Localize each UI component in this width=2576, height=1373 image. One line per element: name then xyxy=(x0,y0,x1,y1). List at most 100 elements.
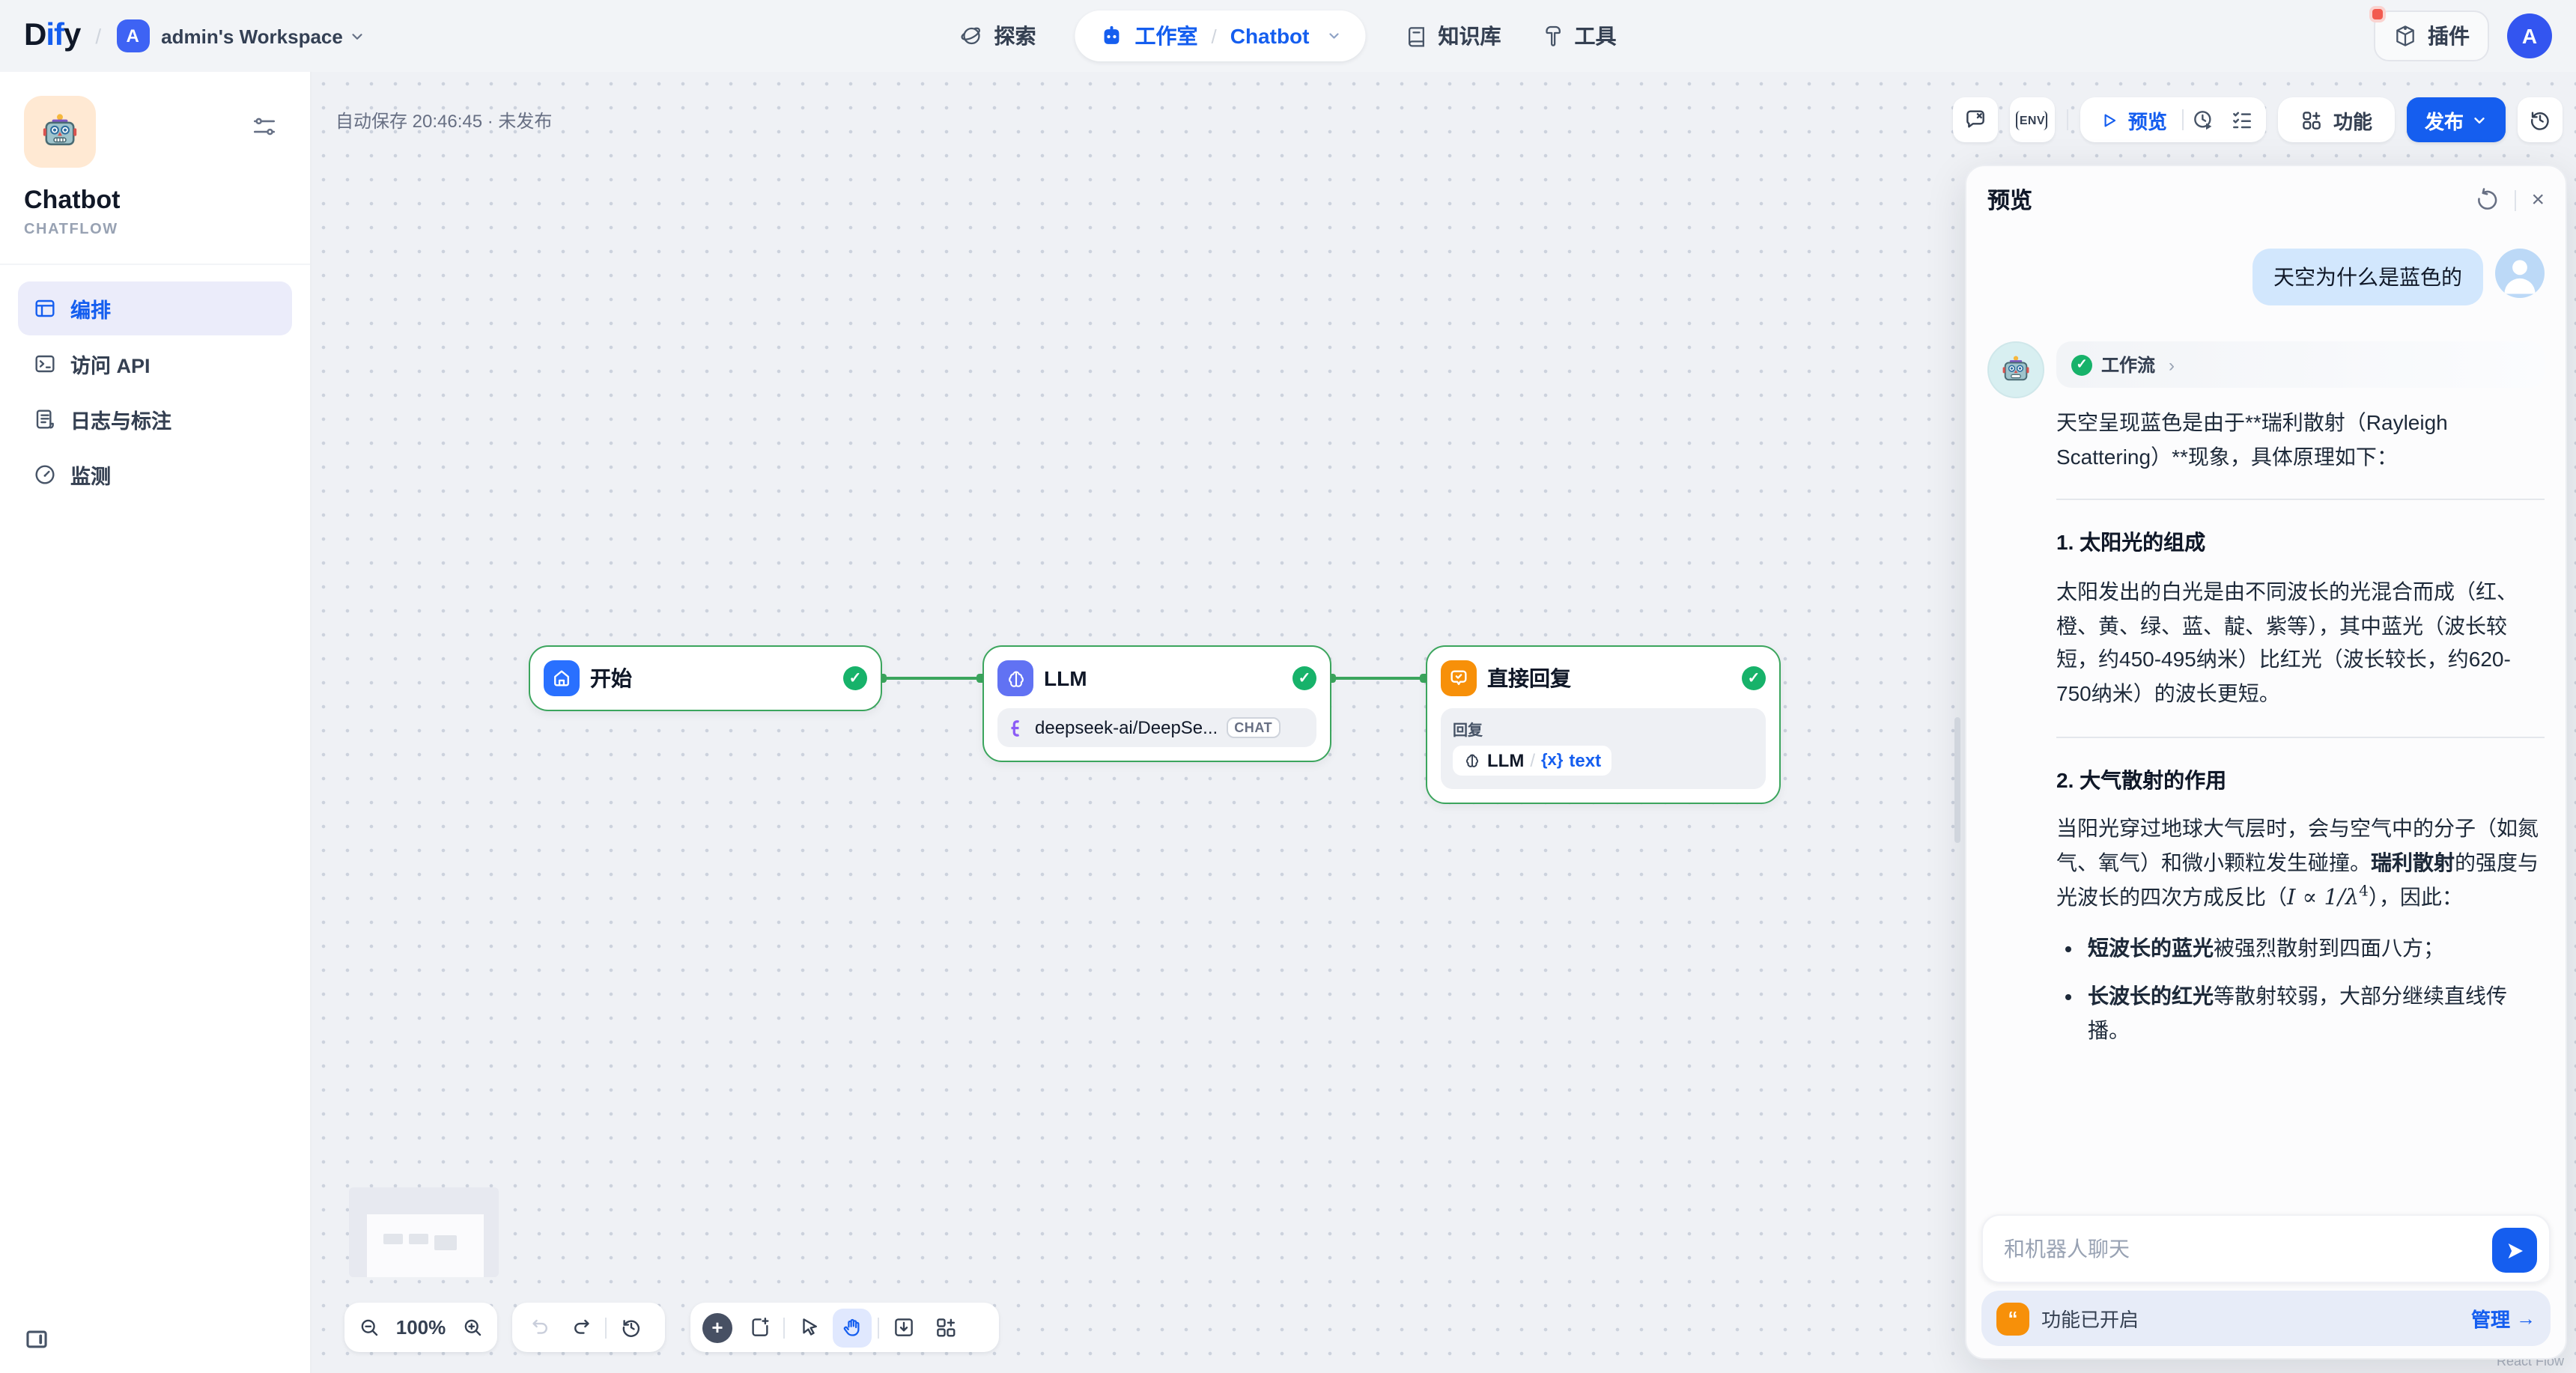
model-type-badge: CHAT xyxy=(1227,717,1280,738)
robot-emoji-icon xyxy=(39,111,81,153)
nav-studio-breadcrumb[interactable]: 工作室 / Chatbot xyxy=(1075,10,1364,61)
zoom-controls: 100% xyxy=(344,1303,497,1352)
answer-paragraph: 天空呈现蓝色是由于**瑞利散射（Rayleigh Scattering）**现象… xyxy=(2056,410,2448,468)
logo-letter: if xyxy=(46,18,64,54)
publish-button[interactable]: 发布 xyxy=(2407,97,2506,142)
path-slash: / xyxy=(1530,750,1535,771)
user-message-row: 天空为什么是蓝色的 xyxy=(1987,249,2545,305)
node-start[interactable]: 开始 ✓ xyxy=(529,645,882,711)
env-icon: ENV xyxy=(2017,110,2048,130)
node-llm[interactable]: LLM ✓ deepseek-ai/DeepSe... CHAT xyxy=(982,645,1331,762)
package-icon xyxy=(2393,24,2417,48)
arrow-right-icon: → xyxy=(2516,1307,2536,1330)
divider xyxy=(2056,736,2545,737)
screen: Dify / A admin's Workspace 探索 工作室 / Chat… xyxy=(0,0,2576,1373)
app-icon[interactable] xyxy=(24,96,96,168)
chevron-down-icon[interactable] xyxy=(1326,28,1341,43)
run-history-button[interactable] xyxy=(2184,100,2223,139)
sidebar-item-label: 监测 xyxy=(70,460,111,490)
panel-resize-handle[interactable] xyxy=(1954,717,1960,843)
answer-heading: 2. 大气散射的作用 xyxy=(2056,763,2545,797)
chevron-down-icon[interactable] xyxy=(349,28,365,44)
checklist-button[interactable] xyxy=(2223,100,2261,139)
close-icon[interactable]: × xyxy=(2531,187,2545,213)
variable-reference[interactable]: LLM / {x} text xyxy=(1453,746,1611,776)
sidebar-menu: 编排 访问 API 日志与标注 监测 xyxy=(18,281,292,502)
features-button[interactable]: 功能 xyxy=(2282,97,2390,142)
collapse-panel-icon[interactable] xyxy=(24,1327,49,1352)
nav-knowledge[interactable]: 知识库 xyxy=(1404,21,1501,51)
send-button[interactable] xyxy=(2492,1228,2537,1273)
chat-input-box[interactable] xyxy=(1981,1214,2551,1283)
minimap-node xyxy=(434,1235,457,1250)
divider xyxy=(2056,499,2545,501)
restart-icon[interactable] xyxy=(2474,187,2500,213)
manage-label: 管理 xyxy=(2471,1304,2510,1333)
robot-emoji-icon xyxy=(1999,353,2032,386)
manage-features-link[interactable]: 管理 → xyxy=(2471,1304,2536,1333)
terminal-icon xyxy=(33,352,57,376)
divider xyxy=(2067,109,2068,130)
redo-icon[interactable] xyxy=(563,1309,599,1345)
features-pill: 功能 xyxy=(2278,97,2395,142)
bot-message-row: ✓ 工作流 › 天空呈现蓝色是由于**瑞利散射（Rayleigh Scatter… xyxy=(1987,341,2545,1060)
pointer-icon[interactable] xyxy=(791,1309,827,1345)
breadcrumb-slash: / xyxy=(95,24,101,48)
person-icon xyxy=(2495,249,2545,298)
success-check-icon: ✓ xyxy=(843,666,867,690)
chat-input[interactable] xyxy=(2001,1235,2477,1262)
logo-letter: D xyxy=(24,18,46,54)
zoom-out-icon[interactable] xyxy=(353,1309,384,1345)
ref-variable-name: text xyxy=(1569,750,1601,771)
divider xyxy=(605,1317,607,1338)
sidebar-item-orchestrate[interactable]: 编排 xyxy=(18,281,292,335)
user-avatar[interactable]: A xyxy=(2507,13,2552,58)
organize-icon[interactable] xyxy=(927,1309,963,1345)
breadcrumb-slash: / xyxy=(1211,25,1216,47)
sidebar-item-monitoring[interactable]: 监测 xyxy=(18,448,292,502)
hammer-icon xyxy=(1540,24,1564,48)
import-icon[interactable] xyxy=(885,1309,921,1345)
node-title: LLM xyxy=(1044,666,1087,690)
annotation-button[interactable] xyxy=(1953,97,1998,142)
sidebar-item-api[interactable]: 访问 API xyxy=(18,337,292,391)
env-button[interactable]: ENV xyxy=(2010,97,2055,142)
edge-start-llm xyxy=(882,677,982,680)
answer-paragraph: 当阳光穿过地球大气层时，会与空气中的分子（如氮气、氧气）和微小颗粒发生碰撞。瑞利… xyxy=(2056,812,2545,917)
history-icon[interactable] xyxy=(613,1309,648,1345)
zoom-in-icon[interactable] xyxy=(458,1309,488,1345)
workspace-avatar[interactable]: A xyxy=(116,19,149,52)
version-history-button[interactable] xyxy=(2518,97,2563,142)
success-check-icon: ✓ xyxy=(2071,354,2092,375)
variable-icon: {x} xyxy=(1541,752,1563,770)
zoom-level[interactable]: 100% xyxy=(396,1316,446,1339)
window-icon xyxy=(33,296,57,320)
panel-header: 预览 × xyxy=(1966,166,2566,225)
hand-tool-icon[interactable] xyxy=(833,1308,872,1347)
node-answer[interactable]: 直接回复 ✓ 回复 LLM / {x} text xyxy=(1426,645,1781,804)
plugins-button[interactable]: 插件 xyxy=(2374,10,2489,61)
nav-explore[interactable]: 探索 xyxy=(959,21,1036,51)
features-label: 功能 xyxy=(2333,106,2372,134)
add-node-button[interactable]: + xyxy=(702,1312,732,1342)
workspace-name[interactable]: admin's Workspace xyxy=(161,25,343,47)
workflow-toolbar: ENV 预览 功能 xyxy=(1953,97,2563,142)
undo-icon[interactable] xyxy=(521,1309,557,1345)
math-formula: I ∝ 1/λ4 xyxy=(2287,886,2369,910)
app-settings-icon[interactable] xyxy=(252,114,277,139)
preview-button[interactable]: 预览 xyxy=(2085,97,2182,142)
robot-icon xyxy=(1099,23,1124,49)
add-note-icon[interactable] xyxy=(741,1309,777,1345)
workflow-status-badge[interactable]: ✓ 工作流 › xyxy=(2056,341,2545,388)
logo-letter: y xyxy=(64,18,80,54)
app-sidebar: Chatbot CHATFLOW 编排 访问 API 日志与标注 监测 xyxy=(0,72,312,1373)
answer-list: 短波长的蓝光被强烈散射到四面八方； 长波长的红光等散射较弱，大部分继续直线传播。 xyxy=(2056,931,2545,1047)
node-title: 直接回复 xyxy=(1487,663,1571,693)
success-check-icon: ✓ xyxy=(1292,666,1316,690)
nav-tools[interactable]: 工具 xyxy=(1540,21,1617,51)
minimap-node xyxy=(409,1234,428,1244)
quote-icon: “ xyxy=(1996,1302,2029,1335)
sidebar-item-logs[interactable]: 日志与标注 xyxy=(18,392,292,446)
model-selector[interactable]: deepseek-ai/DeepSe... CHAT xyxy=(997,708,1316,747)
minimap[interactable] xyxy=(349,1187,499,1277)
